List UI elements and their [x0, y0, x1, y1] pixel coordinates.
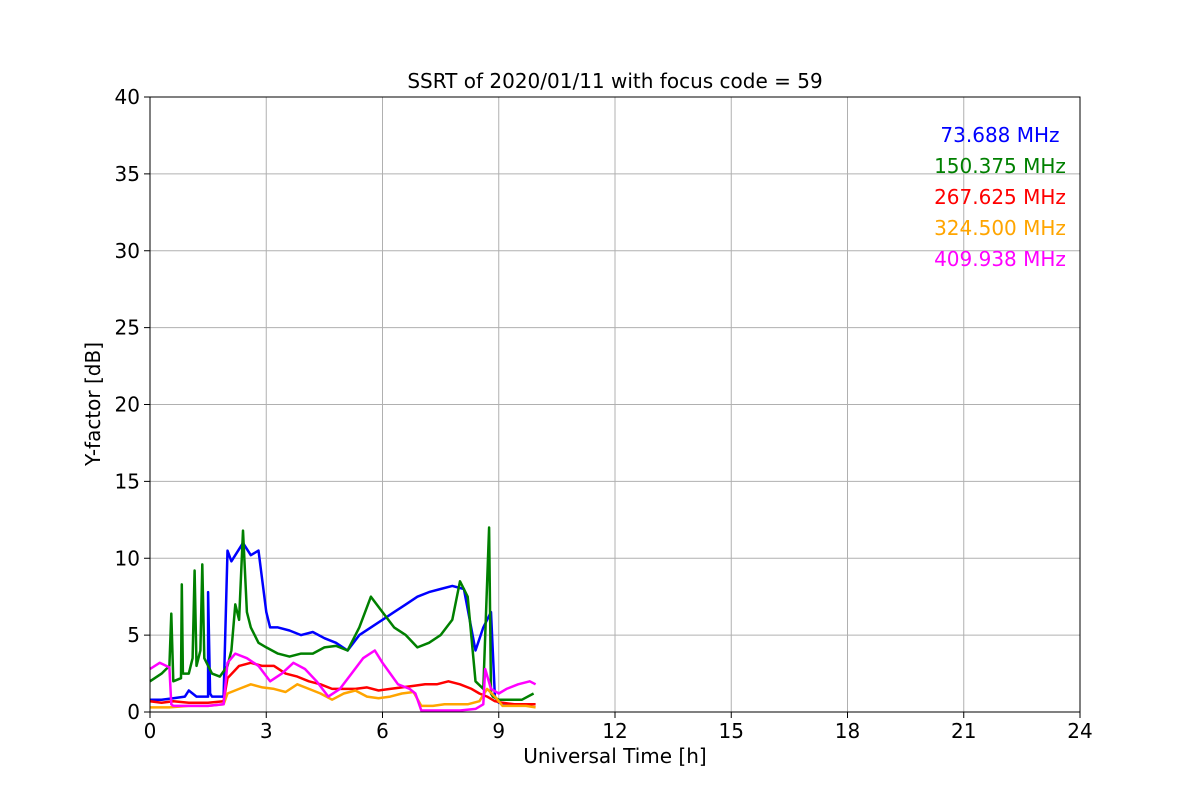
y-tick-label: 40: [115, 85, 140, 109]
legend: 73.688 MHz 150.375 MHz 267.625 MHz 324.500 …: [934, 123, 1066, 271]
x-tick-label: 6: [376, 719, 389, 743]
y-tick-label: 25: [115, 316, 140, 340]
y-tick-label: 35: [115, 162, 140, 186]
y-tick-label: 30: [115, 239, 140, 263]
legend-entry: 150.375 MHz: [934, 154, 1066, 178]
legend-entry: 409.938 MHz: [934, 247, 1066, 271]
chart-figure: SSRT of 2020/01/11 with focus code = 59 …: [0, 0, 1200, 800]
chart-title: SSRT of 2020/01/11 with focus code = 59: [407, 69, 822, 93]
x-tick-label: 15: [719, 719, 744, 743]
x-tick-label: 3: [260, 719, 273, 743]
legend-entry: 324.500 MHz: [934, 216, 1066, 240]
x-tick-label: 9: [492, 719, 505, 743]
y-tick-label: 10: [115, 546, 140, 570]
x-tick-label: 24: [1067, 719, 1092, 743]
legend-entry: 267.625 MHz: [934, 185, 1066, 209]
figure-background: [0, 0, 1200, 800]
y-tick-label: 15: [115, 469, 140, 493]
x-tick-label: 21: [951, 719, 976, 743]
legend-entry: 73.688 MHz: [940, 123, 1059, 147]
y-tick-label: 20: [115, 393, 140, 417]
y-tick-label: 0: [127, 700, 140, 724]
x-axis-label: Universal Time [h]: [523, 744, 706, 768]
y-axis-label: Y-factor [dB]: [81, 342, 105, 467]
x-tick-label: 0: [144, 719, 157, 743]
x-tick-label: 12: [602, 719, 627, 743]
y-tick-label: 5: [127, 623, 140, 647]
x-tick-label: 18: [835, 719, 860, 743]
